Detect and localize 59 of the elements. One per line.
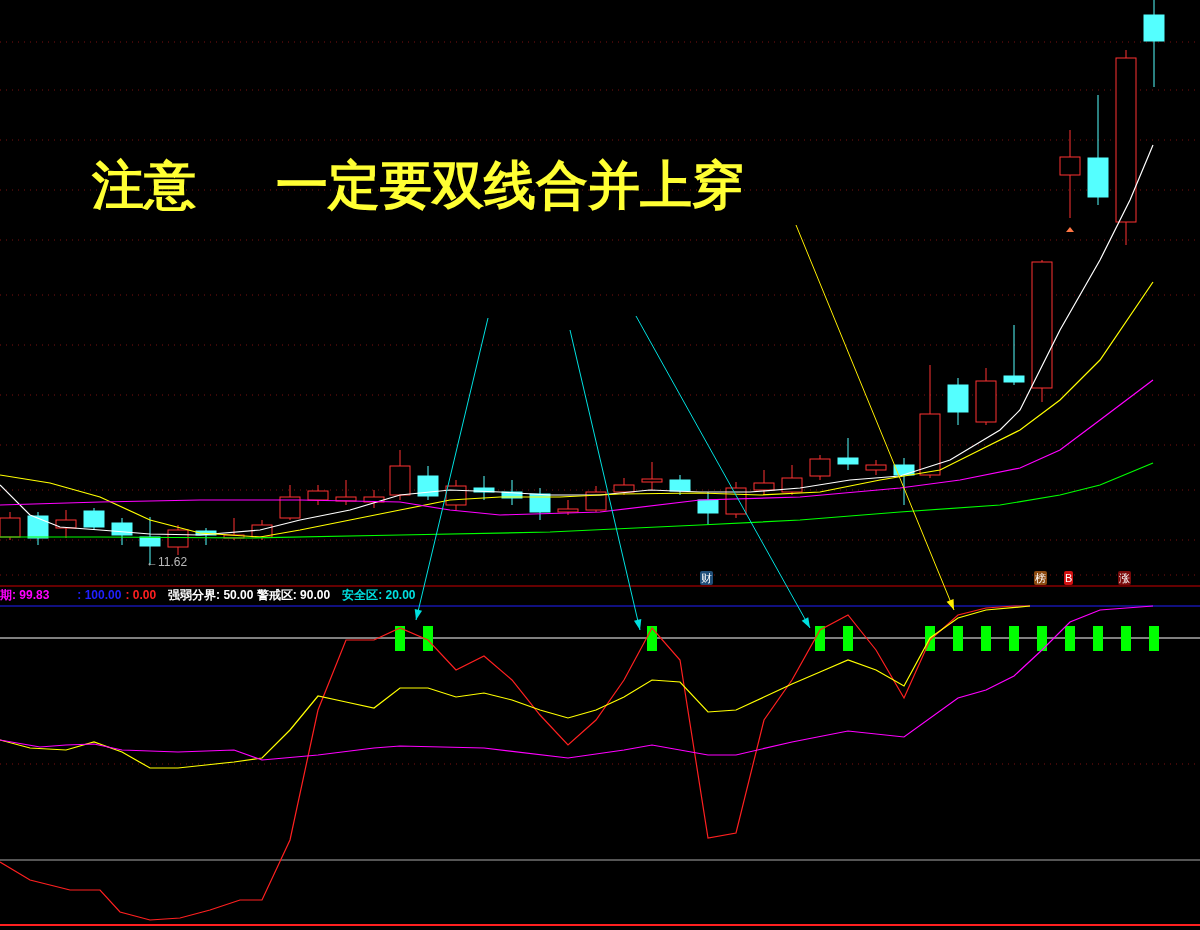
signal-bar <box>843 626 853 651</box>
candlestick <box>251 519 273 541</box>
candlestick <box>809 454 831 481</box>
event-badge[interactable]: 财 <box>700 571 713 585</box>
candlestick <box>195 527 217 546</box>
signal-bar <box>815 626 825 651</box>
candlestick <box>865 459 887 476</box>
candlestick <box>641 461 663 491</box>
candlestick <box>363 489 385 509</box>
indicator-legend-text: 期: 99.83 <box>0 587 50 603</box>
candlestick <box>307 484 329 506</box>
event-badge[interactable]: B <box>1064 571 1074 585</box>
candlestick <box>947 377 969 426</box>
candlestick <box>473 475 495 501</box>
annotation-text: 注意 <box>92 153 196 217</box>
event-badge[interactable]: 榜 <box>1034 571 1047 585</box>
signal-bar <box>1149 626 1159 651</box>
signal-bar <box>1065 626 1075 651</box>
candlestick <box>975 367 997 426</box>
candlestick <box>753 469 775 496</box>
signal-bar <box>1093 626 1103 651</box>
candlestick <box>585 485 607 513</box>
candlestick <box>837 437 859 471</box>
signal-bar <box>1037 626 1047 651</box>
candlestick <box>669 474 691 496</box>
signal-bar <box>1121 626 1131 651</box>
candlestick <box>893 457 915 506</box>
signal-bar <box>395 626 405 651</box>
signal-marker-icon <box>1066 227 1074 232</box>
signal-bar <box>981 626 991 651</box>
signal-bar <box>1009 626 1019 651</box>
candlestick <box>167 524 189 556</box>
candlestick <box>389 449 411 501</box>
low-price-label: ←11.62 <box>146 555 188 569</box>
candlestick <box>223 517 245 541</box>
candlestick <box>445 479 467 511</box>
event-badge[interactable]: 涨 <box>1118 571 1131 585</box>
candlestick <box>501 479 523 506</box>
candlestick <box>557 499 579 516</box>
candlestick <box>529 487 551 521</box>
candlestick <box>111 517 133 546</box>
candlestick <box>55 509 77 539</box>
candlestick <box>335 479 357 506</box>
signal-bar <box>647 626 657 651</box>
indicator-legend-text: 强弱分界: 50.00 警戒区: 90.00 <box>168 587 331 603</box>
candlestick <box>781 464 803 496</box>
candlestick <box>725 481 747 519</box>
indicator-legend-text: 安全区: 20.00 <box>342 587 416 603</box>
candlestick <box>279 484 301 521</box>
candlestick <box>1003 324 1025 386</box>
candlestick <box>83 507 105 531</box>
signal-bar <box>925 626 935 651</box>
candlestick <box>613 477 635 496</box>
signal-bar <box>423 626 433 651</box>
candlestick <box>697 491 719 526</box>
candlestick <box>417 465 439 501</box>
candlestick <box>27 511 49 546</box>
annotation-text: 一定要双线合并上穿 <box>276 153 744 217</box>
signal-bar <box>953 626 963 651</box>
